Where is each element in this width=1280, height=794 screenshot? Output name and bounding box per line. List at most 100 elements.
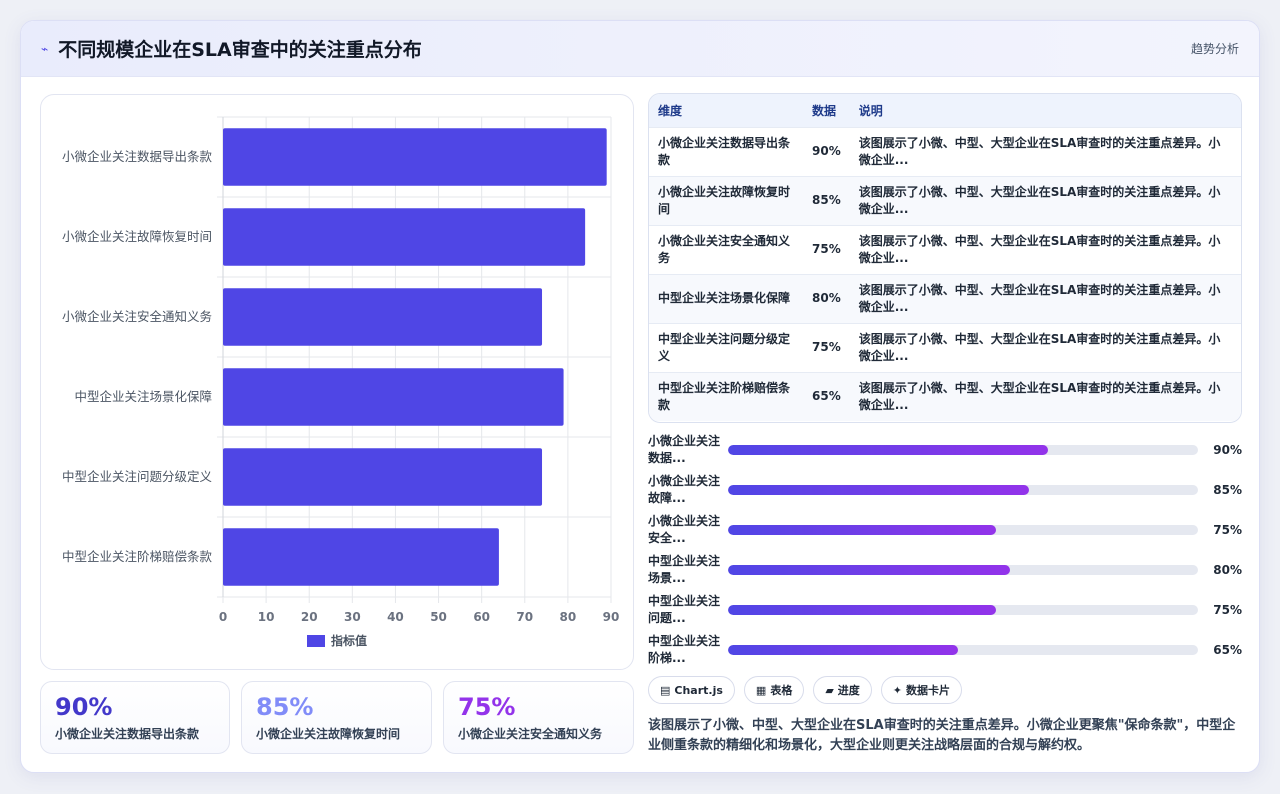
progress-row: 中型企业关注场景... 80% <box>648 550 1242 590</box>
x-tick-label: 90 <box>603 610 620 624</box>
progress-track <box>728 525 1198 535</box>
page-title: 不同规模企业在SLA审查中的关注重点分布 <box>58 39 422 61</box>
tag-list: ▤ Chart.js ▦ 表格 ▰ 进度 ✦ 数据卡片 <box>648 676 963 704</box>
progress-row: 小微企业关注故障... 85% <box>648 470 1242 510</box>
cell-value: 75% <box>803 322 850 372</box>
bar <box>223 288 543 346</box>
column-header-dimension: 维度 <box>658 103 683 118</box>
bar <box>223 128 607 186</box>
cell-dimension: 中型企业关注阶梯赔偿条款 <box>649 371 803 421</box>
progress-label: 中型企业关注场景... <box>648 554 721 585</box>
progress-label: 小微企业关注故障... <box>648 474 721 505</box>
cell-value: 75% <box>803 224 850 274</box>
tag-table[interactable]: ▦ 表格 <box>743 676 805 704</box>
cell-value: 80% <box>803 273 850 323</box>
description-text: 该图展示了小微、中型、大型企业在SLA审查时的关注重点差异。小微企业更聚焦"保命… <box>648 718 1236 753</box>
trend-analysis-link[interactable]: 趋势分析 <box>1191 40 1239 57</box>
x-tick-label: 0 <box>219 610 227 624</box>
progress-value: 75% <box>1213 603 1242 617</box>
progress-fill <box>728 485 1029 495</box>
stat-card-3: 75% 小微企业关注安全通知义务 <box>443 681 634 754</box>
stat-value: 75% <box>458 693 516 721</box>
progress-fill <box>728 645 959 655</box>
stat-card-2: 85% 小微企业关注故障恢复时间 <box>241 681 432 754</box>
progress-fill <box>728 565 1010 575</box>
table-icon: ▦ <box>755 683 767 697</box>
data-table-panel: 维度 数据 说明 小微企业关注数据导出条款 90% 该图展示了小微、中型、大型企… <box>648 93 1242 423</box>
table-header-row: 维度 数据 说明 <box>649 94 1241 127</box>
x-tick-label: 10 <box>258 610 275 624</box>
progress-fill <box>728 445 1048 455</box>
cell-dimension: 小微企业关注故障恢复时间 <box>649 175 803 225</box>
progress-row: 小微企业关注数据... 90% <box>648 430 1242 470</box>
x-tick-label: 30 <box>344 610 361 624</box>
data-table: 维度 数据 说明 小微企业关注数据导出条款 90% 该图展示了小微、中型、大型企… <box>649 94 1241 421</box>
x-tick-label: 60 <box>473 610 490 624</box>
legend-swatch <box>307 635 325 647</box>
cell-description: 该图展示了小微、中型、大型企业在SLA审查时的关注重点差异。小微企业... <box>849 322 1241 372</box>
progress-fill <box>728 525 996 535</box>
cell-dimension: 小微企业关注数据导出条款 <box>649 126 803 176</box>
bar-chart: 0 10 20 30 40 50 60 70 80 90 小微企业关注数据导出条款小微企业关注故障恢… <box>62 116 620 648</box>
progress-track <box>728 565 1198 575</box>
table-row: 小微企业关注故障恢复时间 85% 该图展示了小微、中型、大型企业在SLA审查时的… <box>649 175 1241 225</box>
progress-label: 中型企业关注问题... <box>648 594 721 625</box>
table-row: 小微企业关注安全通知义务 75% 该图展示了小微、中型、大型企业在SLA审查时的… <box>649 224 1241 274</box>
cell-value: 85% <box>803 175 850 225</box>
chart-icon: ▤ <box>660 683 671 697</box>
legend-label: 指标值 <box>331 633 367 648</box>
cell-description: 该图展示了小微、中型、大型企业在SLA审查时的关注重点差异。小微企业... <box>849 175 1241 225</box>
stat-card-1: 90% 小微企业关注数据导出条款 <box>40 681 230 754</box>
tag-progress[interactable]: ▰ 进度 <box>813 676 872 704</box>
trend-icon: ⌁ <box>41 41 49 56</box>
tag-label: 数据卡片 <box>906 684 951 697</box>
cell-dimension: 小微企业关注安全通知义务 <box>649 224 803 274</box>
cell-value: 90% <box>803 126 850 176</box>
stat-value: 85% <box>256 693 314 721</box>
cell-description: 该图展示了小微、中型、大型企业在SLA审查时的关注重点差异。小微企业... <box>849 224 1241 274</box>
progress-label: 小微企业关注数据... <box>648 434 721 465</box>
table-row: 中型企业关注阶梯赔偿条款 65% 该图展示了小微、中型、大型企业在SLA审查时的… <box>649 371 1241 421</box>
column-header-value: 数据 <box>812 103 837 118</box>
main-card: ⌁ 不同规模企业在SLA审查中的关注重点分布 趋势分析 0 10 20 30 40 50 6… <box>20 20 1260 773</box>
bar-chart-panel: 0 10 20 30 40 50 60 70 80 90 小微企业关注数据导出条款 小微企业关注故障恢… <box>40 94 634 670</box>
bar <box>223 528 499 586</box>
y-category-label: 中型企业关注场景化保障 <box>74 389 212 404</box>
progress-list: 小微企业关注数据... 90% 小微企业关注故障... 85% 小微企业关注安全… <box>648 430 1242 670</box>
progress-track <box>728 605 1198 615</box>
tag-label: 进度 <box>837 684 860 697</box>
cell-description: 该图展示了小微、中型、大型企业在SLA审查时的关注重点差异。小微企业... <box>849 273 1241 323</box>
x-tick-label: 20 <box>301 610 318 624</box>
column-header-description: 说明 <box>858 103 883 118</box>
table-row: 中型企业关注问题分级定义 75% 该图展示了小微、中型、大型企业在SLA审查时的… <box>649 322 1241 372</box>
progress-row: 小微企业关注安全... 75% <box>648 510 1242 550</box>
y-category-label: 小微企业关注数据导出条款 <box>62 149 213 164</box>
table-row: 中型企业关注场景化保障 80% 该图展示了小微、中型、大型企业在SLA审查时的关… <box>649 273 1241 323</box>
cell-value: 65% <box>803 371 850 421</box>
stat-label: 小微企业关注故障恢复时间 <box>256 727 401 741</box>
progress-icon: ▰ <box>825 683 834 697</box>
header: ⌁ 不同规模企业在SLA审查中的关注重点分布 趋势分析 <box>21 21 1259 77</box>
tag-data-card[interactable]: ✦ 数据卡片 <box>880 676 963 704</box>
progress-label: 中型企业关注阶梯... <box>648 634 721 665</box>
bar <box>223 208 586 266</box>
tag-chartjs[interactable]: ▤ Chart.js <box>648 676 735 704</box>
x-tick-label: 70 <box>516 610 533 624</box>
progress-fill <box>728 605 996 615</box>
table-row: 小微企业关注数据导出条款 90% 该图展示了小微、中型、大型企业在SLA审查时的… <box>649 126 1241 176</box>
progress-track <box>728 485 1198 495</box>
bar <box>223 448 543 506</box>
progress-track <box>728 645 1198 655</box>
progress-row: 中型企业关注问题... 75% <box>648 590 1242 630</box>
y-category-label: 中型企业关注问题分级定义 <box>62 469 213 484</box>
progress-row: 中型企业关注阶梯... 65% <box>648 630 1242 670</box>
sparkle-icon: ✦ <box>892 683 903 697</box>
progress-value: 85% <box>1213 483 1242 497</box>
progress-value: 75% <box>1213 523 1242 537</box>
cell-dimension: 中型企业关注问题分级定义 <box>649 322 803 372</box>
progress-value: 80% <box>1213 563 1242 577</box>
y-category-label: 小微企业关注故障恢复时间 <box>62 229 212 244</box>
progress-track <box>728 445 1198 455</box>
progress-label: 小微企业关注安全... <box>648 514 721 545</box>
x-tick-label: 40 <box>387 610 404 624</box>
